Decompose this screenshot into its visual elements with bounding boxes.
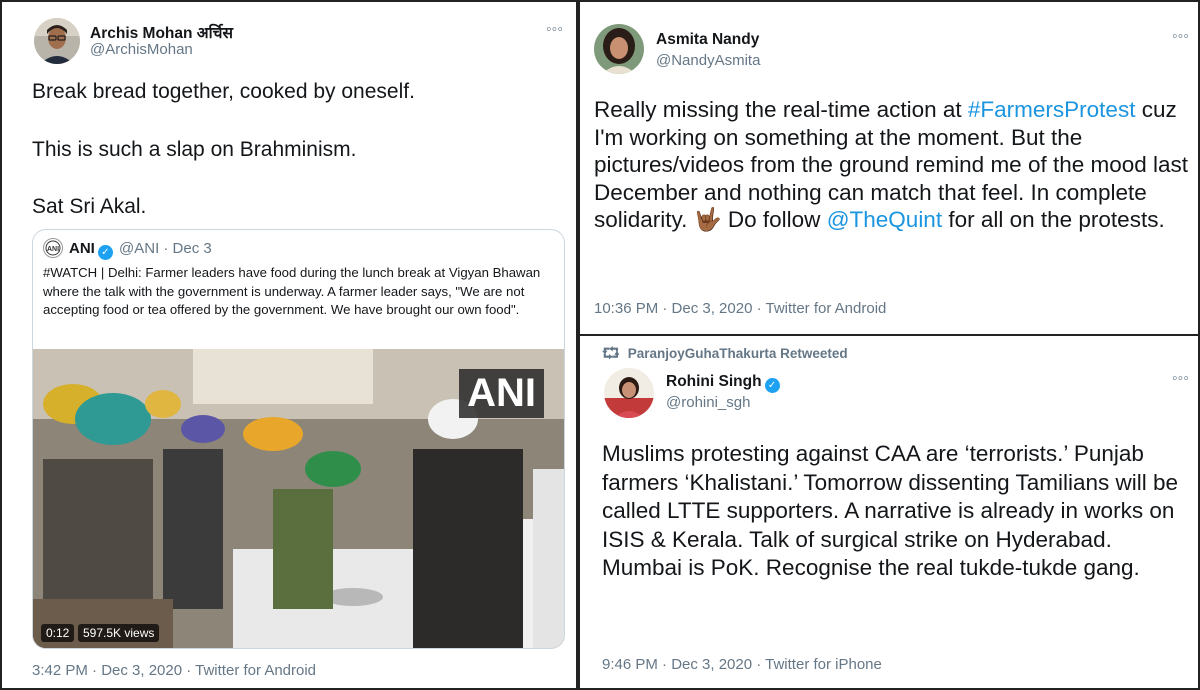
svg-text:ANI: ANI [47,246,59,253]
retweet-label[interactable]: ⮔ ParanjoyGuhaThakurta Retweeted [602,343,848,368]
tweet-text-line: Sat Sri Akal. [32,195,147,218]
tweet-meta[interactable]: 3:42 PM · Dec 3, 2020 · Twitter for Andr… [32,662,316,679]
tweet-rohini-singh: ⮔ ParanjoyGuhaThakurta Retweeted Rohini S… [578,334,1200,690]
ani-avatar: ANI [43,238,63,258]
tweet-text-line: This is such a slap on Brahminism. [32,138,357,161]
tweet-meta[interactable]: 9:46 PM · Dec 3, 2020 · Twitter for iPho… [602,656,882,673]
tweet-text-line: Break bread together, cooked by oneself. [32,80,415,103]
avatar-archis[interactable] [34,18,80,64]
quoted-handle-date[interactable]: @ANI · Dec 3 [119,240,212,257]
author-name[interactable]: Asmita Nandy [656,31,759,49]
author-name-text: Rohini Singh [666,373,762,390]
quoted-video[interactable]: ANI 0:12 597.5K views [33,349,564,648]
avatar-asmita[interactable] [594,24,644,74]
tweet-text: Muslims protesting against CAA are ‘terr… [602,441,1179,580]
retweeted-by-text: ParanjoyGuhaThakurta Retweeted [627,346,848,361]
author-handle[interactable]: @ArchisMohan [90,41,193,58]
more-icon[interactable]: ◦◦◦ [546,21,563,39]
author-handle[interactable]: @rohini_sgh [666,394,750,411]
quoted-author-name[interactable]: ANI ✓ [69,240,113,260]
text-segment: Really missing the real-time action at [594,97,968,122]
text-segment: for all on the protests. [942,207,1165,232]
ani-watermark: ANI [459,369,544,418]
author-name[interactable]: Archis Mohan अर्चिस [90,21,233,43]
more-icon[interactable]: ◦◦◦ [1172,370,1189,388]
video-duration: 0:12 [41,624,75,642]
retweet-icon: ⮔ [602,345,620,362]
quoted-text: #WATCH | Delhi: Farmer leaders have food… [43,265,541,317]
tweet-asmita-nandy: Asmita Nandy @NandyAsmita ◦◦◦ Really mis… [578,0,1200,336]
tweet-archis-mohan: Archis Mohan अर्चिस @ArchisMohan ◦◦◦ Bre… [0,0,578,690]
more-icon[interactable]: ◦◦◦ [1172,28,1189,46]
verified-icon: ✓ [97,245,113,260]
mention-thequint[interactable]: @TheQuint [827,207,942,232]
hashtag-farmersprotest[interactable]: #FarmersProtest [968,97,1136,122]
quoted-name-text: ANI [69,240,95,257]
author-name[interactable]: Rohini Singh ✓ [666,373,780,393]
text-segment: Do follow [721,207,827,232]
tweet-text: Really missing the real-time action at #… [594,96,1194,234]
hand-emoji-icon: 🤟🏾 [693,207,722,232]
quoted-tweet[interactable]: ANI ANI ✓ @ANI · Dec 3 #WATCH | Delhi: Fa… [32,229,565,649]
author-handle[interactable]: @NandyAsmita [656,52,760,69]
avatar-rohini[interactable] [604,368,654,418]
tweet-meta[interactable]: 10:36 PM · Dec 3, 2020 · Twitter for And… [594,300,886,317]
verified-icon: ✓ [764,378,780,393]
video-views: 597.5K views [78,624,160,642]
